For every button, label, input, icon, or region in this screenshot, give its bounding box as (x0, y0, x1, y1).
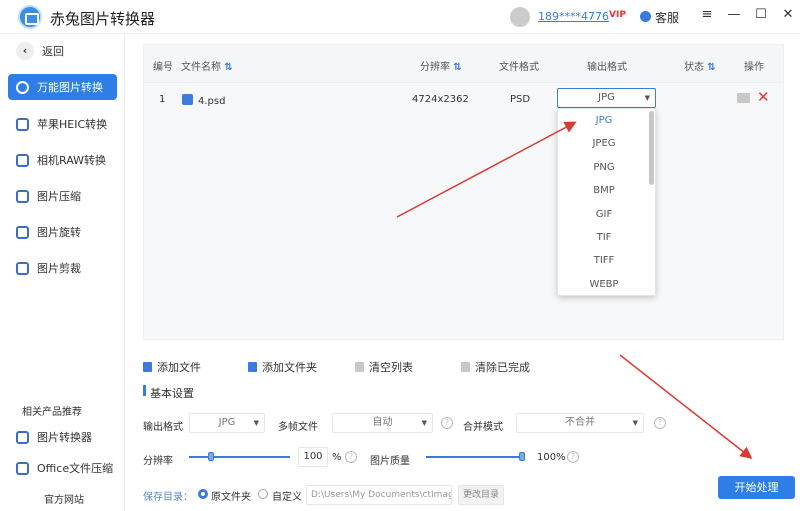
annotation-arrows (396, 121, 753, 459)
annotation-arrow-start (619, 354, 753, 459)
annotation-arrow-dropdown (396, 121, 577, 218)
